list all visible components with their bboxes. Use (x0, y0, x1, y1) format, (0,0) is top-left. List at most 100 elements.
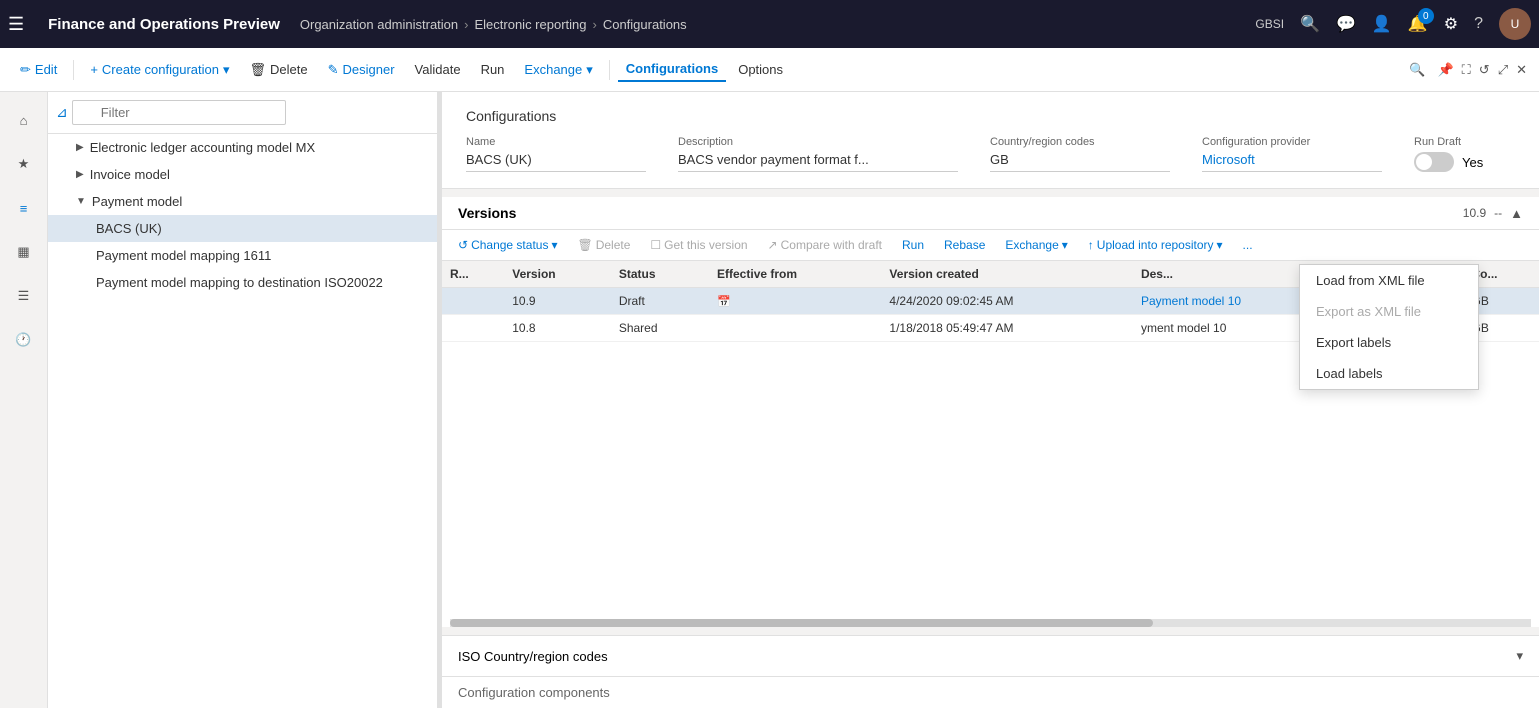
hamburger-icon[interactable]: ☰ (8, 14, 24, 35)
close-icon[interactable]: ✕ (1516, 62, 1527, 78)
pin-icon[interactable]: 📌 (1437, 62, 1453, 78)
compare-with-draft-button[interactable]: ↗ Compare with draft (760, 234, 890, 256)
run-draft-toggle[interactable] (1414, 152, 1454, 172)
sep2 (609, 60, 610, 80)
versions-delete-button[interactable]: 🗑 Delete (569, 234, 638, 256)
expand-icon[interactable]: ⤢ (1498, 62, 1508, 78)
row2-created: 1/18/2018 05:49:47 AM (881, 315, 1133, 342)
tree-item-invoice-model[interactable]: ▶ Invoice model (48, 161, 437, 188)
load-labels-item[interactable]: Load labels (1300, 358, 1478, 389)
row1-created: 4/24/2020 09:02:45 AM (881, 288, 1133, 315)
refresh-icon: ↺ (458, 238, 468, 252)
grid-icon[interactable]: ▦ (4, 232, 44, 272)
versions-chevron-up[interactable]: ▲ (1510, 206, 1523, 221)
edit-button[interactable]: ✏ Edit (12, 58, 65, 82)
create-chevron-icon: ▾ (223, 62, 230, 78)
message-icon[interactable]: 💬 (1336, 14, 1356, 34)
detail-section-title: Configurations (466, 108, 1515, 124)
breadcrumb-configurations[interactable]: Configurations (603, 17, 687, 32)
provider-value[interactable]: Microsoft (1202, 152, 1382, 172)
person-icon[interactable]: 👤 (1372, 14, 1392, 34)
designer-button[interactable]: ✎ Designer (320, 58, 403, 82)
description-label: Description (678, 136, 958, 148)
row1-version: 10.9 (504, 288, 611, 315)
help-icon[interactable]: ? (1474, 15, 1483, 33)
refresh-icon[interactable]: ↺ (1479, 62, 1490, 78)
versions-exchange-button[interactable]: Exchange ▾ (997, 234, 1075, 256)
search-icon[interactable]: 🔍 (1300, 14, 1320, 34)
tree-arrow-payment: ▼ (76, 196, 86, 207)
export-as-xml-item[interactable]: Export as XML file (1300, 296, 1478, 327)
create-config-button[interactable]: + Create configuration ▾ (82, 58, 237, 82)
iso-title: ISO Country/region codes (458, 649, 1516, 664)
col-version-created: Version created (881, 261, 1133, 288)
delete-icon-small: 🗑 (577, 238, 592, 252)
run-button[interactable]: Run (473, 58, 513, 81)
breadcrumb-org[interactable]: Organization administration (300, 17, 458, 32)
tree-item-payment-mapping-1611[interactable]: Payment model mapping 1611 (48, 242, 437, 269)
configurations-tab[interactable]: Configurations (618, 57, 726, 82)
tree-item-payment-model[interactable]: ▼ Payment model (48, 188, 437, 215)
field-name: Name BACS (UK) (466, 136, 646, 172)
versions-number: 10.9 (1463, 206, 1486, 220)
validate-button[interactable]: Validate (407, 58, 469, 81)
toggle-knob (1416, 154, 1432, 170)
exchange-chevron-icon: ▾ (586, 62, 593, 78)
upload-chevron-icon: ▾ (1217, 238, 1223, 252)
iso-chevron-icon[interactable]: ▾ (1516, 648, 1523, 664)
tree-item-bacs-uk[interactable]: BACS (UK) (48, 215, 437, 242)
field-provider: Configuration provider Microsoft (1202, 136, 1382, 172)
breadcrumb-electronic[interactable]: Electronic reporting (474, 17, 586, 32)
more-button[interactable]: ... (1235, 234, 1261, 256)
provider-label: Configuration provider (1202, 136, 1382, 148)
tree-item-payment-mapping-iso[interactable]: Payment model mapping to destination ISO… (48, 269, 437, 296)
star-icon[interactable]: ★ (4, 144, 44, 184)
change-status-button[interactable]: ↺ Change status ▾ (450, 234, 565, 256)
sep1 (73, 60, 74, 80)
get-this-version-button[interactable]: ☐ Get this version (642, 234, 755, 256)
tree-filter-icon[interactable]: ⊿ (56, 104, 68, 121)
top-nav: ☰ Finance and Operations Preview Organiz… (0, 0, 1539, 48)
tree-item-electronic-ledger[interactable]: ▶ Electronic ledger accounting model MX (48, 134, 437, 161)
country-value: GB (990, 152, 1170, 172)
tree-toolbar: ⊿ 🔍 (48, 92, 437, 134)
filter-input[interactable] (72, 100, 286, 125)
rebase-button[interactable]: Rebase (936, 234, 993, 256)
delete-button[interactable]: 🗑 Delete (242, 58, 316, 82)
row1-r (442, 288, 504, 315)
exchange-button[interactable]: Exchange ▾ (516, 58, 600, 82)
filter-wrap: 🔍 (72, 100, 429, 125)
versions-section: Versions 10.9 -- ▲ ↺ Change status ▾ 🗑 D… (442, 197, 1539, 627)
scrollbar-thumb[interactable] (450, 619, 1153, 627)
filter-icon[interactable]: ≡ (4, 188, 44, 228)
toolbar-search-icon[interactable]: 🔍 (1409, 62, 1425, 78)
notification-bell[interactable]: 🔔 0 (1408, 14, 1428, 34)
col-version: Version (504, 261, 611, 288)
horizontal-scrollbar[interactable] (450, 619, 1531, 627)
row1-status: Draft (611, 288, 709, 315)
upload-into-repo-button[interactable]: ↑ Upload into repository ▾ (1080, 234, 1231, 256)
options-tab[interactable]: Options (730, 58, 791, 81)
run-draft-toggle-row: Yes (1414, 152, 1483, 172)
sidebar-icons: ⌂ ★ ≡ ▦ ☰ 🕐 (0, 92, 48, 708)
versions-run-button[interactable]: Run (894, 234, 932, 256)
home-icon[interactable]: ⌂ (4, 100, 44, 140)
settings-icon[interactable]: ⚙ (1444, 14, 1458, 34)
fullscreen-icon[interactable]: ⛶ (1462, 62, 1471, 78)
breadcrumb: Organization administration › Electronic… (300, 17, 1247, 32)
versions-toolbar: ↺ Change status ▾ 🗑 Delete ☐ Get this ve… (442, 230, 1539, 261)
get-version-icon: ☐ (650, 238, 661, 252)
load-from-xml-item[interactable]: Load from XML file (1300, 265, 1478, 296)
row2-r (442, 315, 504, 342)
col-r: R... (442, 261, 504, 288)
list-icon[interactable]: ☰ (4, 276, 44, 316)
avatar[interactable]: U (1499, 8, 1531, 40)
clock-icon[interactable]: 🕐 (4, 320, 44, 360)
export-labels-item[interactable]: Export labels (1300, 327, 1478, 358)
user-code: GBSI (1255, 17, 1284, 31)
field-description: Description BACS vendor payment format f… (678, 136, 958, 172)
name-label: Name (466, 136, 646, 148)
row1-effective: 📅 (709, 288, 881, 315)
run-draft-section: Run Draft Yes (1414, 136, 1483, 172)
run-draft-value: Yes (1462, 155, 1483, 170)
